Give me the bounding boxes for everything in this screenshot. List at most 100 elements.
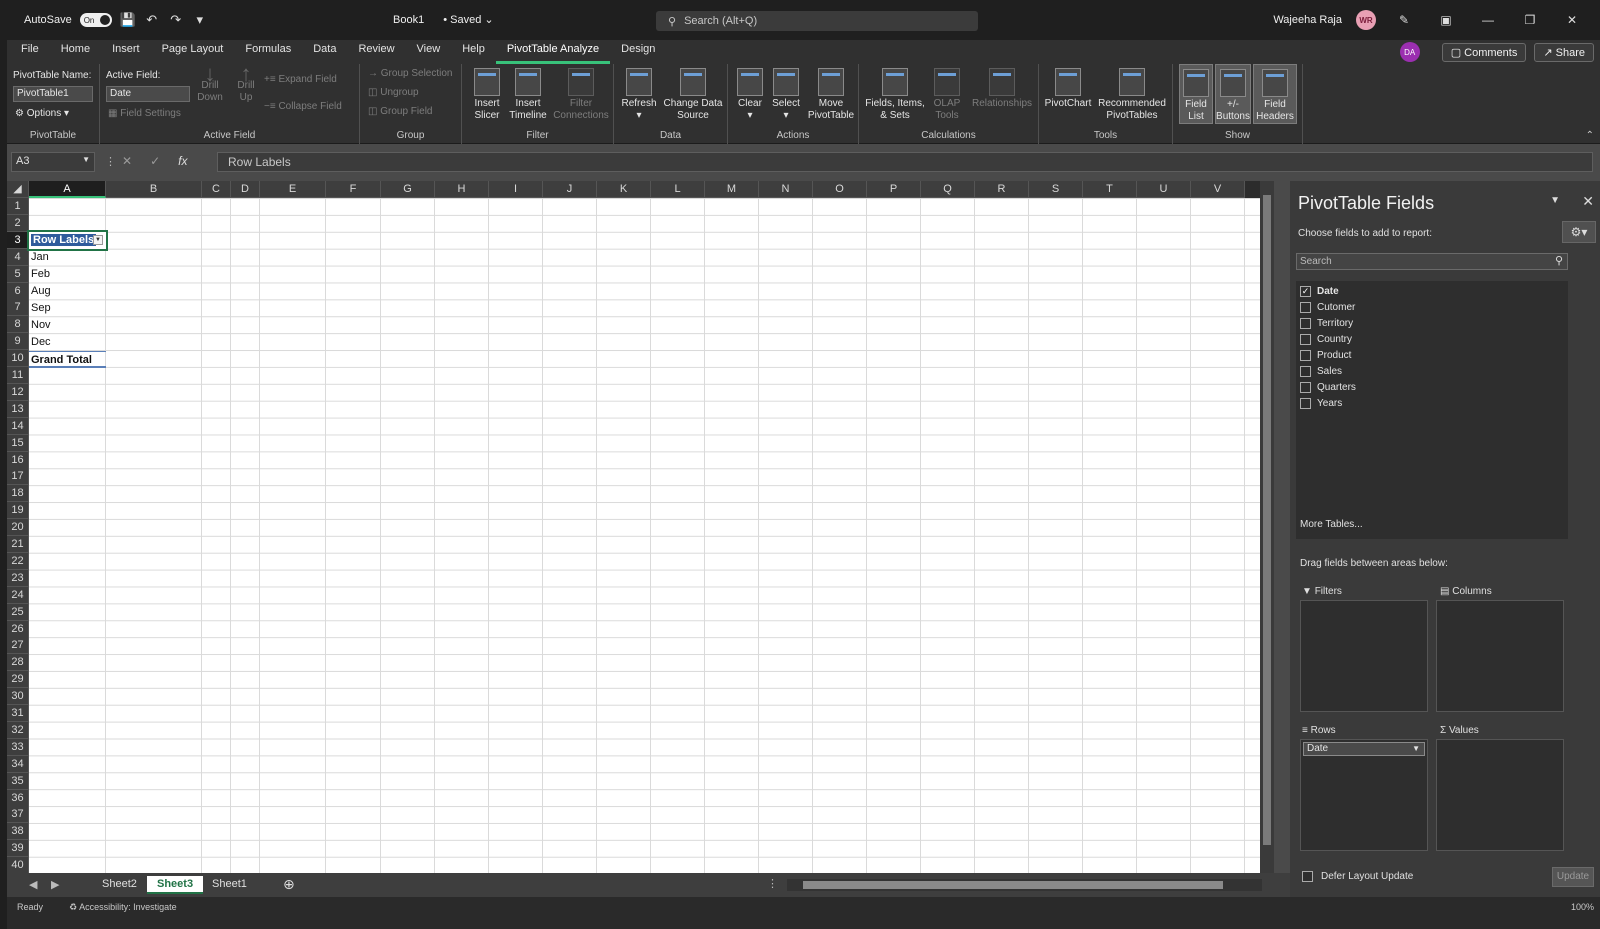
tab-home[interactable]: Home — [50, 40, 101, 64]
clear-button[interactable]: Clear ▾ — [734, 68, 766, 122]
row-header[interactable]: 12 — [7, 383, 29, 401]
pivot-item-cell[interactable]: Nov — [29, 317, 106, 334]
redo-icon[interactable]: ↷ — [168, 12, 184, 28]
select-button[interactable]: Select ▾ — [770, 68, 802, 122]
field-list-button[interactable]: Field List — [1179, 64, 1213, 124]
field-item-quarters[interactable]: Quarters — [1300, 379, 1356, 395]
field-item-sales[interactable]: Sales — [1300, 363, 1342, 379]
row-header[interactable]: 27 — [7, 637, 29, 655]
checkbox[interactable] — [1300, 301, 1311, 313]
rows-drop-area[interactable]: Date ▼ — [1300, 739, 1428, 851]
row-header[interactable]: 8 — [7, 316, 29, 334]
fields-items-sets-button[interactable]: Fields, Items, & Sets — [865, 68, 925, 122]
row-header[interactable]: 23 — [7, 569, 29, 587]
row-header[interactable]: 7 — [7, 299, 29, 317]
column-header[interactable]: T — [1083, 181, 1137, 198]
row-header[interactable]: 39 — [7, 840, 29, 858]
row-header[interactable]: 5 — [7, 265, 29, 283]
checkbox[interactable] — [1300, 333, 1311, 345]
collaborator-avatar[interactable]: DA — [1399, 42, 1420, 62]
tab-page-layout[interactable]: Page Layout — [151, 40, 235, 64]
checkbox[interactable] — [1300, 365, 1311, 377]
field-settings-button[interactable]: ▦ Field Settings — [108, 108, 181, 119]
row-header[interactable]: 34 — [7, 755, 29, 773]
next-sheet-icon[interactable]: ▶ — [51, 878, 59, 891]
user-avatar[interactable]: WR — [1356, 10, 1376, 30]
pivottable-name-input[interactable]: PivotTable1 — [13, 86, 93, 102]
row-header[interactable]: 22 — [7, 552, 29, 570]
add-sheet-icon[interactable]: ⊕ — [283, 876, 295, 893]
tab-help[interactable]: Help — [451, 40, 496, 64]
ungroup-button[interactable]: ◫ Ungroup — [368, 87, 419, 98]
row-header[interactable]: 26 — [7, 620, 29, 638]
enter-icon[interactable]: ✓ — [150, 154, 160, 168]
buttons-toggle[interactable]: +/- Buttons — [1215, 64, 1251, 124]
row-header[interactable]: 19 — [7, 502, 29, 520]
row-header[interactable]: 24 — [7, 586, 29, 604]
recommended-pivottables-button[interactable]: Recommended PivotTables — [1095, 68, 1169, 122]
sheet-tab-sheet3[interactable]: Sheet3 — [147, 876, 204, 894]
tab-data[interactable]: Data — [302, 40, 347, 64]
row-header[interactable]: 10 — [7, 350, 29, 368]
column-header[interactable]: E — [260, 181, 326, 198]
minimize-icon[interactable]: — — [1474, 13, 1502, 27]
rows-field-date[interactable]: Date ▼ — [1303, 742, 1425, 756]
field-item-years[interactable]: Years — [1300, 395, 1342, 411]
column-header[interactable]: B — [106, 181, 202, 198]
autosave-toggle[interactable]: On — [79, 13, 112, 27]
tab-view[interactable]: View — [406, 40, 452, 64]
scroll-thumb[interactable] — [1263, 195, 1271, 845]
field-search-input[interactable]: Search ⚲ — [1296, 253, 1568, 270]
field-headers-button[interactable]: Field Headers — [1253, 64, 1297, 124]
row-header[interactable]: 11 — [7, 367, 29, 384]
column-header[interactable]: D — [231, 181, 260, 198]
row-header[interactable]: 13 — [7, 400, 29, 418]
column-header[interactable]: U — [1137, 181, 1191, 198]
expand-field-button[interactable]: +≡ Expand Field — [264, 74, 337, 85]
cell-grid[interactable] — [29, 198, 1260, 873]
restore-icon[interactable]: ❐ — [1516, 13, 1544, 27]
checkbox[interactable] — [1300, 317, 1311, 329]
group-field-button[interactable]: ◫ Group Field — [368, 106, 432, 117]
column-header[interactable]: K — [597, 181, 651, 198]
filters-drop-area[interactable] — [1300, 600, 1428, 712]
column-header[interactable]: N — [759, 181, 813, 198]
pivot-header-cell[interactable]: Row Labels ▼ — [27, 230, 108, 251]
column-header[interactable]: H — [435, 181, 489, 198]
tab-design[interactable]: Design — [610, 40, 666, 64]
column-header[interactable]: O — [813, 181, 867, 198]
column-header[interactable]: M — [705, 181, 759, 198]
row-header[interactable]: 6 — [7, 282, 29, 300]
checkbox[interactable] — [1300, 349, 1311, 361]
field-item-product[interactable]: Product — [1300, 347, 1351, 363]
row-header[interactable]: 31 — [7, 705, 29, 722]
prev-sheet-icon[interactable]: ◀ — [29, 878, 37, 891]
more-tables-link[interactable]: More Tables... — [1300, 519, 1363, 530]
row-header[interactable]: 38 — [7, 823, 29, 841]
row-header[interactable]: 32 — [7, 721, 29, 739]
row-header[interactable]: 17 — [7, 468, 29, 486]
row-header[interactable]: 35 — [7, 772, 29, 790]
pivot-item-cell[interactable]: Dec — [29, 334, 106, 351]
column-header[interactable]: I — [489, 181, 543, 198]
column-header[interactable]: C — [202, 181, 231, 198]
field-item-date[interactable]: ✓ Date — [1300, 283, 1339, 299]
column-header[interactable]: S — [1029, 181, 1083, 198]
customize-qat-icon[interactable]: ▾ — [192, 12, 208, 28]
pane-options-icon[interactable]: ▼ — [1550, 195, 1560, 206]
row-header[interactable]: 33 — [7, 738, 29, 756]
columns-drop-area[interactable] — [1436, 600, 1564, 712]
column-header[interactable]: Q — [921, 181, 975, 198]
field-item-country[interactable]: Country — [1300, 331, 1352, 347]
collapse-ribbon-icon[interactable]: ⌃ — [1586, 130, 1594, 141]
checkbox-checked[interactable]: ✓ — [1300, 285, 1311, 297]
field-item-territory[interactable]: Territory — [1300, 315, 1353, 331]
olap-tools-button[interactable]: OLAP Tools — [927, 68, 967, 122]
column-header[interactable]: P — [867, 181, 921, 198]
row-header[interactable]: 4 — [7, 248, 29, 266]
row-header[interactable]: 28 — [7, 654, 29, 672]
move-pivottable-button[interactable]: Move PivotTable — [806, 68, 856, 122]
pivot-item-cell[interactable]: Jan — [29, 249, 106, 266]
values-drop-area[interactable] — [1436, 739, 1564, 851]
pivot-item-cell[interactable]: Aug — [29, 283, 106, 300]
